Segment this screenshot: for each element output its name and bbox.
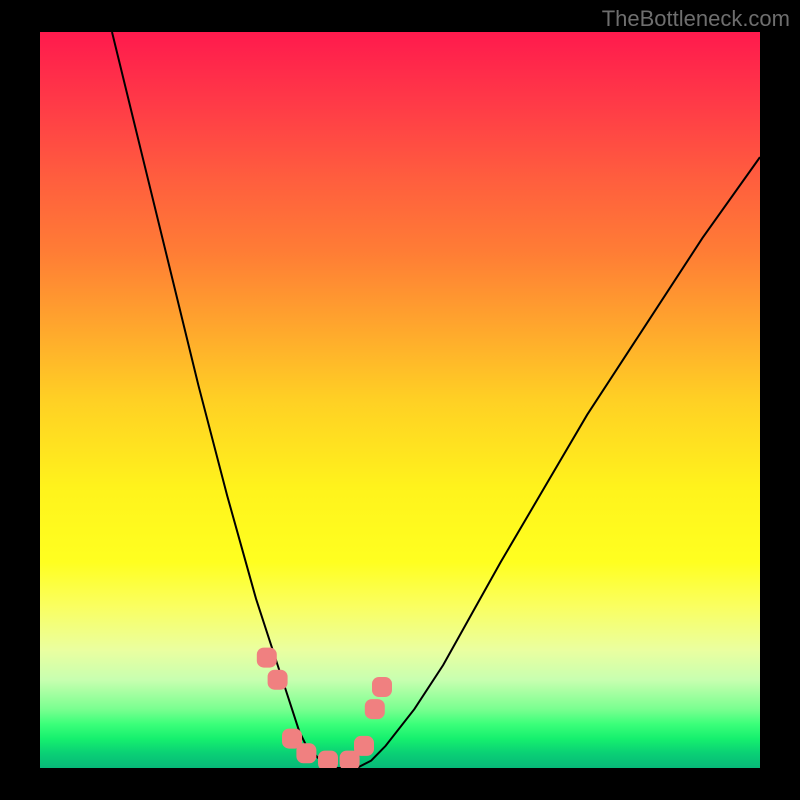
watermark-text: TheBottleneck.com [602,6,790,32]
plot-background [40,32,760,768]
